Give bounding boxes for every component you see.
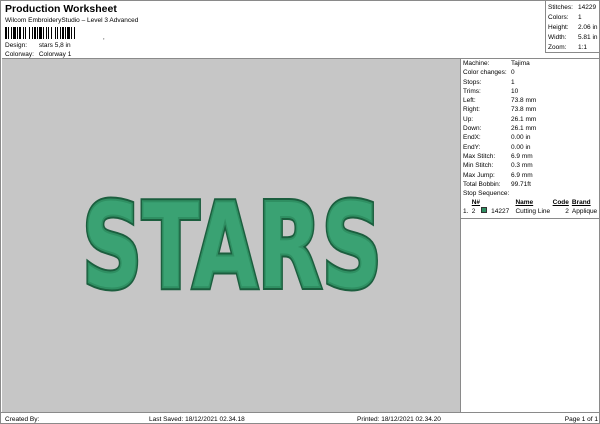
stat-label: Height: [548,24,569,31]
info-value: Tajima [511,60,530,67]
info-label: Max Stitch: [463,152,496,160]
info-row: Total Bobbin: 99.71ft [461,180,600,189]
info-row: EndX: 0.00 in [461,133,600,142]
info-value: 0.00 in [511,134,531,142]
seq-index: 1. [463,208,469,216]
footer: Created By: Last Saved: 18/12/2021 02.34… [1,412,600,424]
stat-width: Width: 5.81 in [548,33,600,43]
info-value: 99.71ft [511,180,531,188]
info-label: Stops: [463,78,482,86]
info-row: Up: 26.1 mm [461,115,600,124]
stat-zoom: Zoom: 1:1 [548,43,600,53]
info-row: Color changes: 0 [461,68,600,77]
info-row: Trims: 10 [461,87,600,96]
worksheet-page: Production Worksheet Wilcom EmbroiderySt… [0,0,600,424]
stat-value: 14229 [578,4,597,11]
header-code: Code [552,199,569,207]
info-rows: Machine: Tajima Color changes: 0 Stops: 1 Trim… [461,59,600,189]
info-row: Machine: Tajima [461,59,600,68]
barcode-bar [75,27,76,39]
barcode [5,27,102,39]
stat-label: Width: [548,34,567,41]
info-label: Up: [463,115,474,123]
created-by: Created By: [5,416,40,423]
info-row: Left: 73.8 mm [461,96,600,105]
info-label: Down: [463,125,482,133]
seq-name: Cutting Line [515,208,551,216]
stop-sequence-header: N# Name Code Brand [461,198,600,207]
info-label: Trims: [463,87,481,95]
info-value: 73.8 mm [511,97,537,105]
info-value: 10 [511,87,519,95]
embroidery-design: STARS STARS [79,174,385,318]
color-swatch [481,207,488,214]
stat-value: 1:1 [578,44,588,51]
barcode-tail: , [103,35,105,41]
info-row: Stops: 1 [461,78,600,87]
info-row: Down: 26.1 mm [461,124,600,133]
stat-value: 2.06 in [578,24,598,31]
header-name: Name [515,199,534,207]
stat-label: Zoom: [548,44,567,51]
page-title: Production Worksheet [5,3,117,15]
stat-label: Colors: [548,14,569,21]
design-row: Design: stars 5,8 in [5,41,71,50]
info-label: EndY: [463,143,481,151]
stat-label: Stitches: [548,4,573,11]
info-value: 26.1 mm [511,125,537,133]
last-saved: Last Saved: 18/12/2021 02.34.18 [149,416,245,423]
design-label: Design: [5,42,28,49]
info-value: 0 [511,69,515,77]
info-row: EndY: 0.00 in [461,143,600,152]
info-label: Min Stitch: [463,162,494,170]
software-subtitle: Wilcom EmbroideryStudio – Level 3 Advanc… [5,17,139,24]
info-label: Max Jump: [463,171,495,179]
design-preview: STARS STARS [2,58,461,412]
divider [461,218,600,220]
stat-colors: Colors: 1 [548,13,600,23]
seq-stitches: 14227 [491,208,510,216]
info-label: Left: [463,97,476,105]
seq-brand: Applique [571,208,598,216]
stat-value: 5.81 in [578,34,598,41]
seq-code: 2 [565,208,569,216]
info-label: EndX: [463,134,481,142]
info-label: Total Bobbin: [463,180,501,188]
info-row: Min Stitch: 0.3 mm [461,161,600,170]
stat-value: 1 [578,14,582,21]
machine-info-panel: Machine: Tajima Color changes: 0 Stops: 1 Trim… [461,58,600,412]
info-value: 6.9 mm [511,171,533,179]
info-label: Right: [463,106,480,114]
stat-stitches: Stitches: 14229 [548,3,600,13]
design-text: STARS [82,177,382,315]
page-number: Page 1 of 1 [564,416,598,423]
printed-date: Printed: 18/12/2021 02.34.20 [357,416,441,423]
stop-sequence-title: Stop Sequence: [463,190,510,198]
info-value: 73.8 mm [511,106,537,114]
info-value: 6.9 mm [511,152,533,160]
seq-n: 2 [471,208,476,216]
info-row: Right: 73.8 mm [461,105,600,114]
info-value: 26.1 mm [511,115,537,123]
info-row: Max Jump: 6.9 mm [461,171,600,180]
info-value: 0.00 in [511,143,531,151]
info-value: 1 [511,78,515,86]
header-brand: Brand [571,199,591,207]
stop-sequence-row: 1. 2 14227 Cutting Line 2 Applique [461,207,600,217]
design-value: stars 5,8 in [38,42,71,49]
colorway-value: Colorway 1 [38,51,72,58]
stat-height: Height: 2.06 in [548,23,600,33]
info-value: 0.3 mm [511,162,533,170]
header-n: N# [471,199,481,207]
info-row: Max Stitch: 6.9 mm [461,152,600,161]
info-label: Color changes: [463,69,507,77]
info-label: Machine: [463,60,490,67]
stats-box: Stitches: 14229 Colors: 1 Height: 2.06 in W… [545,1,600,53]
